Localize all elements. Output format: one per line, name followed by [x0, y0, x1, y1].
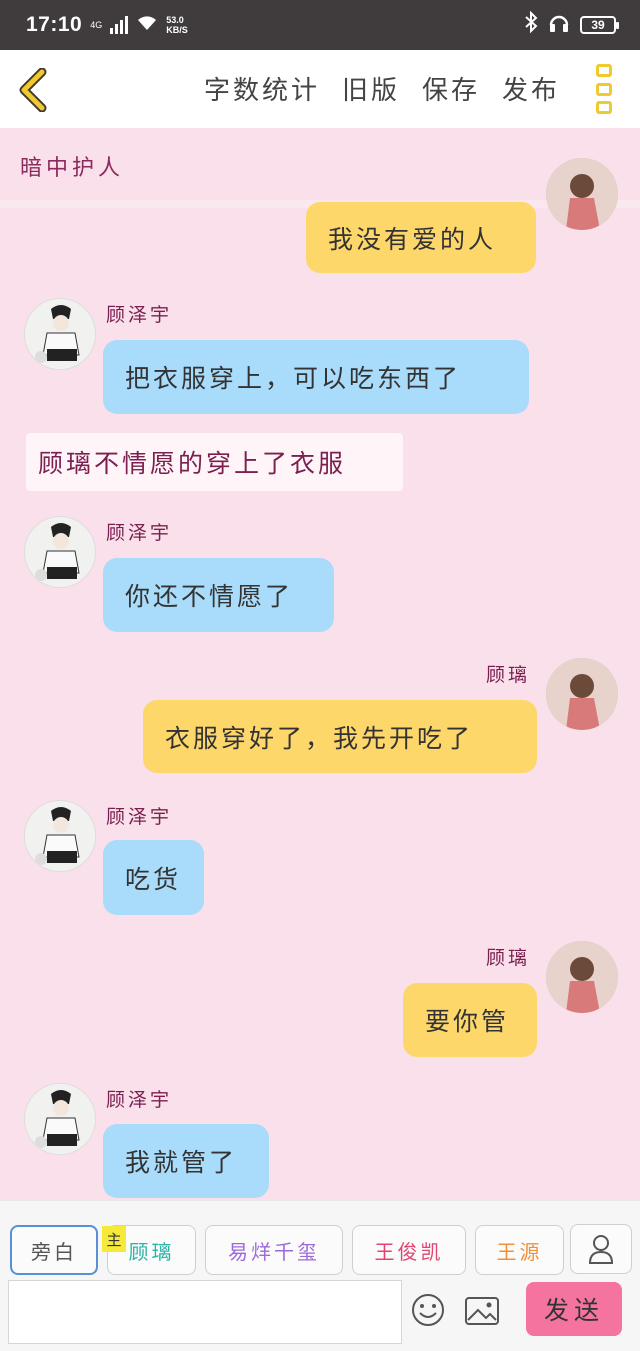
sender-name: 顾泽宇 — [106, 1089, 173, 1111]
headphones-icon — [548, 11, 570, 39]
image-icon[interactable] — [464, 1296, 500, 1326]
role-wang-jun-kai[interactable]: 王俊凯 — [352, 1225, 466, 1275]
network-type: 4G — [90, 19, 103, 30]
status-time: 17:10 — [26, 13, 83, 36]
sender-name: 顾璃 — [486, 947, 531, 969]
sender-name: 顾泽宇 — [106, 304, 173, 326]
speed-unit: KB/S — [166, 25, 188, 35]
publish-button[interactable]: 发布 — [502, 70, 560, 107]
emoji-icon[interactable] — [410, 1292, 446, 1328]
signal-icon — [110, 16, 129, 34]
old-version-button[interactable]: 旧版 — [342, 70, 400, 107]
message-input[interactable] — [8, 1280, 402, 1344]
role-yi-yang-qian-xi[interactable]: 易烊千玺 — [205, 1225, 343, 1275]
save-button[interactable]: 保存 — [422, 70, 480, 107]
sender-name: 顾泽宇 — [106, 806, 173, 828]
chat-bubble-self[interactable]: 我没有爱的人 — [306, 202, 536, 273]
input-bar: 发送 — [0, 1278, 640, 1351]
bluetooth-icon — [524, 10, 538, 39]
role-narrator[interactable]: 旁白 — [10, 1225, 98, 1275]
back-arrow-icon[interactable] — [16, 67, 52, 113]
avatar[interactable] — [546, 158, 618, 230]
avatar[interactable] — [546, 658, 618, 730]
chat-bubble-self[interactable]: 要你管 — [403, 983, 537, 1057]
header-actions: 字数统计 旧版 保存 发布 — [204, 70, 560, 107]
chat-bubble-other[interactable]: 吃货 — [103, 840, 204, 915]
avatar[interactable] — [24, 516, 96, 588]
wifi-icon — [136, 14, 158, 37]
role-wang-yuan[interactable]: 王源 — [475, 1225, 564, 1275]
chat-bubble-other[interactable]: 你还不情愿了 — [103, 558, 334, 632]
avatar[interactable] — [24, 298, 96, 370]
avatar[interactable] — [546, 941, 618, 1013]
chat-bubble-self[interactable]: 衣服穿好了，我先开吃了 — [143, 700, 537, 773]
chat-bubble-other[interactable]: 把衣服穿上，可以吃东西了 — [103, 340, 529, 414]
battery-icon: 39 — [580, 16, 619, 34]
role-selector: 旁白 顾璃 易烊千玺 王俊凯 王源 — [0, 1200, 640, 1278]
more-menu-icon[interactable] — [596, 64, 616, 114]
editor-header: 字数统计 旧版 保存 发布 — [0, 50, 640, 128]
add-role-user-icon[interactable] — [570, 1224, 632, 1274]
sender-name: 顾璃 — [486, 664, 531, 686]
send-button[interactable]: 发送 — [526, 1282, 622, 1336]
main-role-badge: 主 — [102, 1226, 126, 1252]
speed-value: 53.0 — [166, 15, 184, 25]
chat-area[interactable]: 暗中护人 我没有爱的人 顾泽宇 把衣服穿上，可以吃东西了 顾璃不情愿的穿上了衣服… — [0, 128, 640, 1200]
avatar[interactable] — [24, 800, 96, 872]
chapter-title: 暗中护人 — [20, 156, 125, 181]
sender-name: 顾泽宇 — [106, 522, 173, 544]
avatar[interactable] — [24, 1083, 96, 1155]
status-bar: 17:10 4G 53.0 KB/S 39 — [0, 0, 640, 50]
chat-bubble-other[interactable]: 我就管了 — [103, 1124, 269, 1198]
network-speed: 53.0 KB/S — [166, 15, 188, 35]
narration-text[interactable]: 顾璃不情愿的穿上了衣服 — [26, 433, 403, 491]
word-count-button[interactable]: 字数统计 — [204, 70, 320, 107]
